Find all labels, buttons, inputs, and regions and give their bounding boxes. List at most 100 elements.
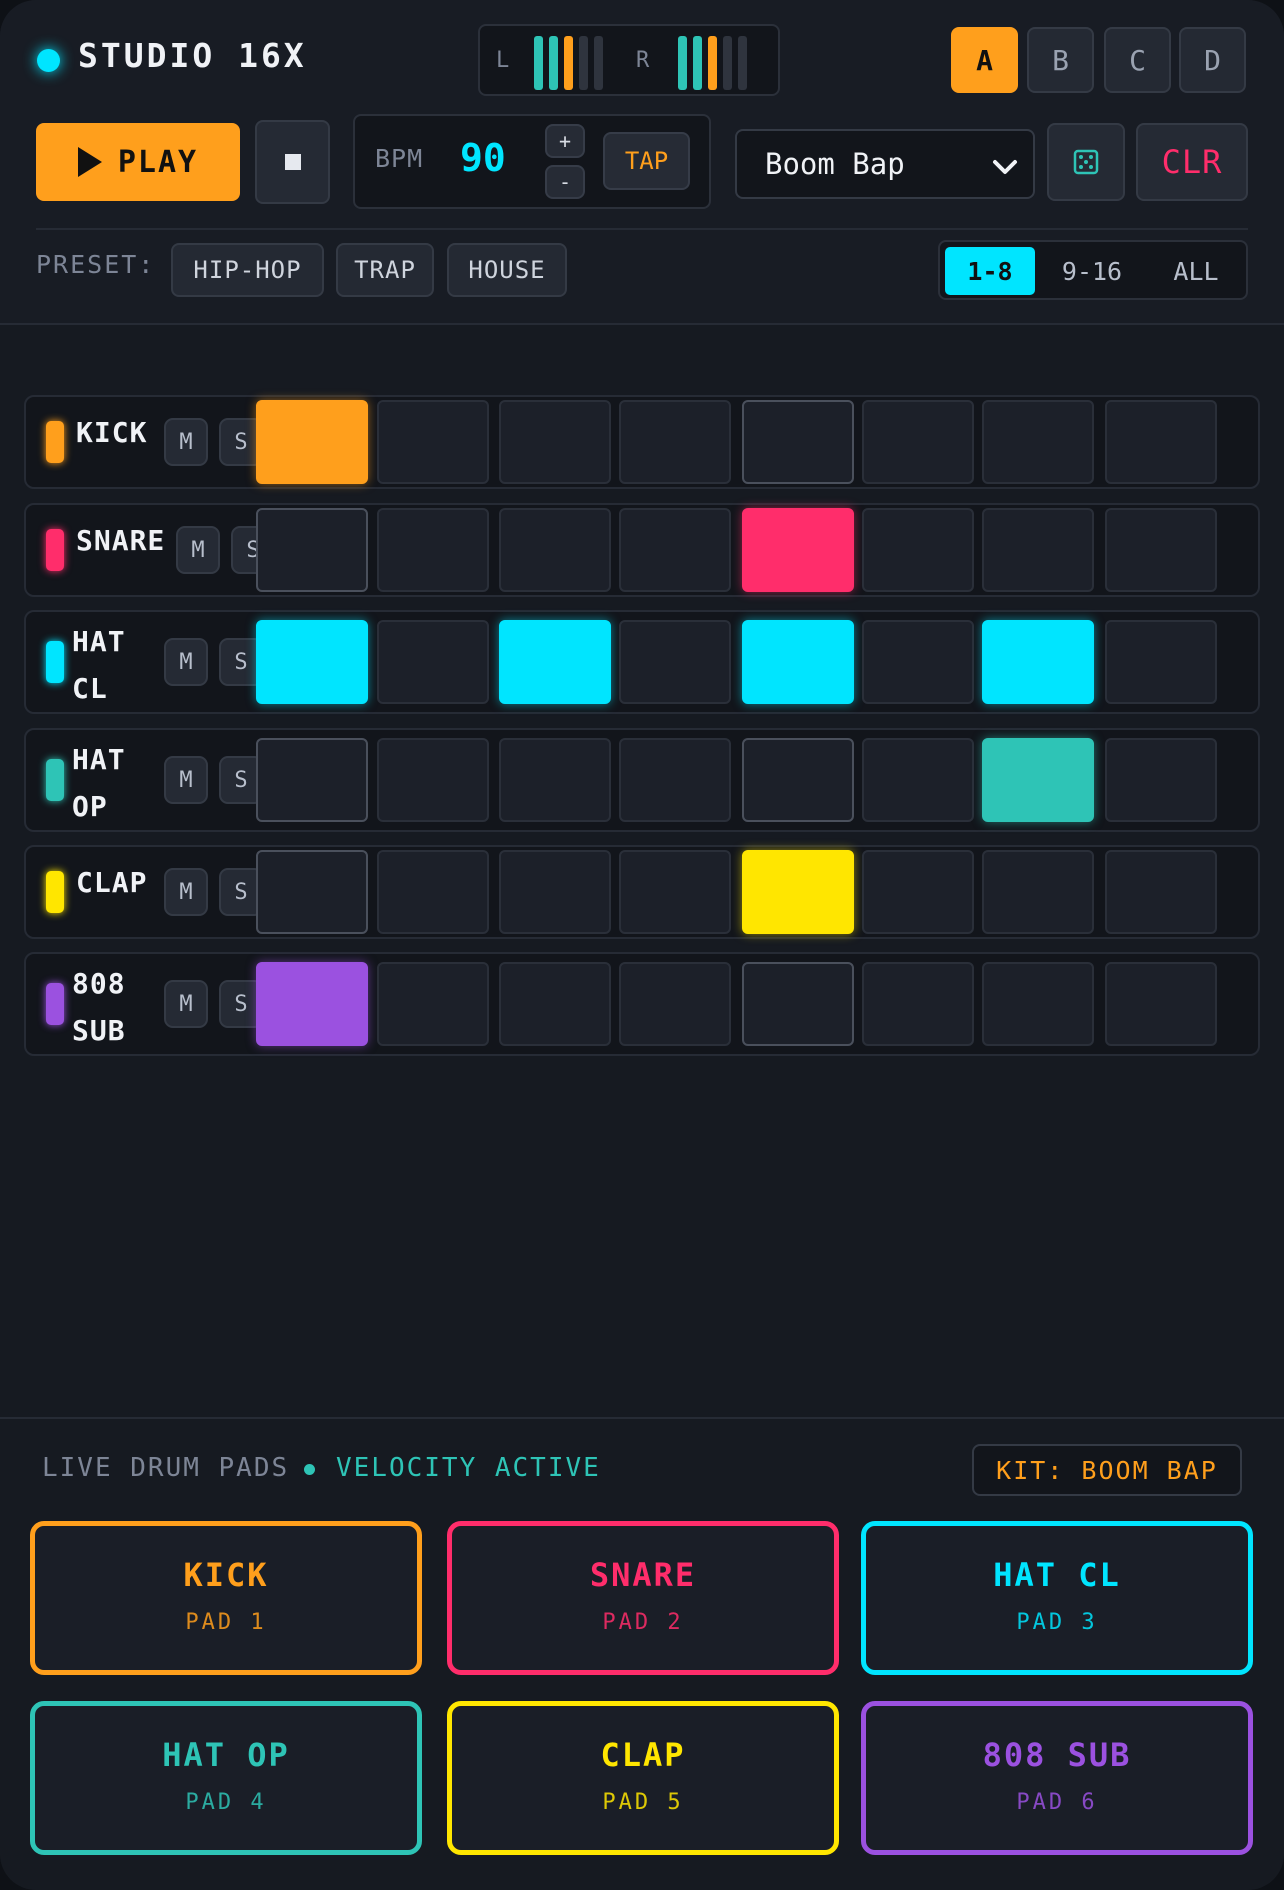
step-cell[interactable]: [862, 962, 974, 1046]
step-cell[interactable]: [1105, 850, 1217, 934]
mute-button[interactable]: M: [164, 418, 208, 466]
page-all-button[interactable]: ALL: [1148, 247, 1244, 295]
step-cell[interactable]: [619, 850, 731, 934]
clear-button[interactable]: CLR: [1136, 123, 1248, 201]
page-9-16-button[interactable]: 9-16: [1042, 247, 1142, 295]
step-cell[interactable]: [982, 962, 1094, 1046]
randomize-button[interactable]: [1047, 123, 1125, 201]
bank-a-button[interactable]: A: [951, 27, 1018, 93]
step-cell[interactable]: [377, 508, 489, 592]
track-name: CL: [72, 672, 108, 705]
status-dot-icon: [304, 1464, 315, 1475]
step-cell[interactable]: [982, 620, 1094, 704]
dice-icon: [1073, 149, 1099, 175]
step-cell[interactable]: [256, 738, 368, 822]
step-cell[interactable]: [982, 738, 1094, 822]
step-cell[interactable]: [619, 508, 731, 592]
mute-button[interactable]: M: [164, 868, 208, 916]
meter-bar: [564, 36, 573, 90]
stop-button[interactable]: [255, 120, 330, 204]
power-led-icon: [37, 49, 60, 72]
step-cell[interactable]: [499, 620, 611, 704]
bank-b-button[interactable]: B: [1027, 27, 1094, 93]
top-bar: STUDIO 16X L R A B C D PLAY BPM 90 + - T…: [0, 0, 1284, 325]
step-cell[interactable]: [742, 850, 854, 934]
meter-right-label: R: [636, 48, 650, 73]
step-cell[interactable]: [862, 738, 974, 822]
drum-pad[interactable]: CLAP PAD 5: [447, 1701, 839, 1855]
step-cell[interactable]: [862, 620, 974, 704]
meter-bar: [708, 36, 717, 90]
play-button[interactable]: PLAY: [36, 123, 240, 201]
step-cell[interactable]: [377, 400, 489, 484]
step-cell[interactable]: [619, 962, 731, 1046]
step-cell[interactable]: [742, 400, 854, 484]
drum-pad[interactable]: HAT OP PAD 4: [30, 1701, 422, 1855]
pad-name: HAT CL: [993, 1556, 1121, 1594]
step-cell[interactable]: [256, 508, 368, 592]
step-cell[interactable]: [256, 400, 368, 484]
velocity-status: VELOCITY ACTIVE: [336, 1453, 601, 1483]
mute-button[interactable]: M: [164, 756, 208, 804]
drum-pad[interactable]: KICK PAD 1: [30, 1521, 422, 1675]
step-cell[interactable]: [1105, 508, 1217, 592]
step-cell[interactable]: [982, 850, 1094, 934]
kit-select[interactable]: Boom Bap: [735, 129, 1035, 199]
drum-pad[interactable]: 808 SUB PAD 6: [861, 1701, 1253, 1855]
step-cell[interactable]: [619, 400, 731, 484]
step-sequencer: KICK M S SNARE M S HAT CL M S HAT OP M S CLAP M S 808 SUB M…: [0, 327, 1284, 1417]
step-cell[interactable]: [499, 508, 611, 592]
track-color-swatch: [46, 529, 64, 571]
track-name: OP: [72, 790, 108, 823]
stop-icon: [284, 154, 301, 170]
bpm-increase-button[interactable]: +: [545, 124, 585, 158]
meter-bar: [579, 36, 588, 90]
step-cell[interactable]: [499, 400, 611, 484]
step-cell[interactable]: [619, 738, 731, 822]
step-cell[interactable]: [1105, 620, 1217, 704]
step-cell[interactable]: [377, 738, 489, 822]
step-cell[interactable]: [499, 850, 611, 934]
step-cell[interactable]: [377, 620, 489, 704]
step-cell[interactable]: [499, 738, 611, 822]
tap-tempo-button[interactable]: TAP: [603, 132, 690, 190]
drum-pad[interactable]: SNARE PAD 2: [447, 1521, 839, 1675]
bank-d-button[interactable]: D: [1179, 27, 1246, 93]
step-cell[interactable]: [862, 508, 974, 592]
preset-label: PRESET:: [36, 250, 156, 279]
step-cell[interactable]: [742, 962, 854, 1046]
step-cell[interactable]: [862, 850, 974, 934]
meter-bar: [534, 36, 543, 90]
step-cell[interactable]: [982, 400, 1094, 484]
step-cell[interactable]: [256, 620, 368, 704]
step-cell[interactable]: [1105, 962, 1217, 1046]
step-cell[interactable]: [256, 962, 368, 1046]
track-row: SNARE M S: [24, 503, 1260, 597]
step-cell[interactable]: [377, 962, 489, 1046]
mute-button[interactable]: M: [176, 526, 220, 574]
mute-button[interactable]: M: [164, 638, 208, 686]
meter-bar: [678, 36, 687, 90]
step-cell[interactable]: [742, 738, 854, 822]
step-cell[interactable]: [862, 400, 974, 484]
preset-hip-hop-button[interactable]: HIP-HOP: [171, 243, 324, 297]
step-cell[interactable]: [377, 850, 489, 934]
step-cell[interactable]: [742, 620, 854, 704]
bank-c-button[interactable]: C: [1104, 27, 1171, 93]
mute-button[interactable]: M: [164, 980, 208, 1028]
page-1-8-button[interactable]: 1-8: [945, 247, 1035, 295]
bpm-decrease-button[interactable]: -: [545, 165, 585, 199]
step-cell[interactable]: [499, 962, 611, 1046]
step-cell[interactable]: [619, 620, 731, 704]
preset-trap-button[interactable]: TRAP: [336, 243, 434, 297]
step-cell[interactable]: [982, 508, 1094, 592]
step-cell[interactable]: [1105, 400, 1217, 484]
step-cell[interactable]: [1105, 738, 1217, 822]
pad-number: PAD 5: [602, 1790, 684, 1815]
step-cell[interactable]: [742, 508, 854, 592]
drum-pad[interactable]: HAT CL PAD 3: [861, 1521, 1253, 1675]
track-row: CLAP M S: [24, 845, 1260, 939]
bpm-label: BPM: [375, 144, 424, 173]
preset-house-button[interactable]: HOUSE: [447, 243, 567, 297]
step-cell[interactable]: [256, 850, 368, 934]
